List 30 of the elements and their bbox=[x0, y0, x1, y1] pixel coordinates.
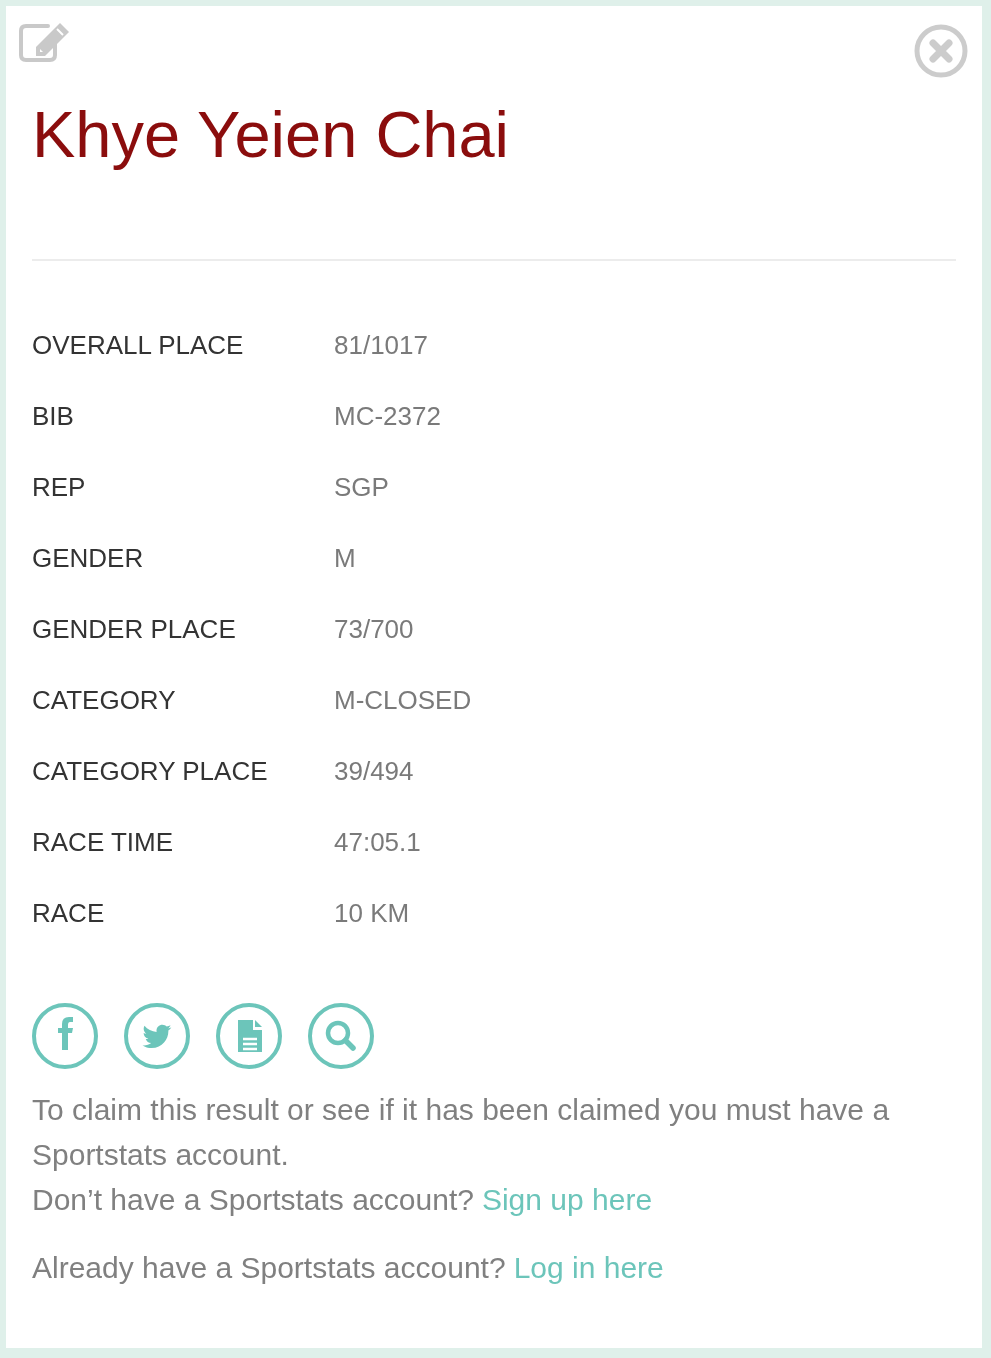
signup-prompt: Don’t have a Sportstats account? bbox=[32, 1182, 474, 1218]
search-icon[interactable] bbox=[308, 1003, 374, 1069]
close-icon[interactable] bbox=[914, 24, 968, 78]
detail-label: RACE TIME bbox=[32, 827, 174, 858]
detail-label: OVERALL PLACE bbox=[32, 330, 244, 361]
detail-label: RACE bbox=[32, 898, 105, 929]
detail-label: CATEGORY PLACE bbox=[32, 756, 268, 787]
detail-label: GENDER bbox=[32, 543, 144, 574]
detail-value: 10 KM bbox=[334, 898, 410, 929]
facebook-icon[interactable] bbox=[32, 1003, 98, 1069]
detail-value: 47:05.1 bbox=[334, 827, 421, 858]
detail-label: GENDER PLACE bbox=[32, 614, 236, 645]
detail-label: BIB bbox=[32, 401, 74, 432]
login-prompt: Already have a Sportstats account? bbox=[32, 1250, 506, 1286]
detail-value: MC-2372 bbox=[334, 401, 441, 432]
detail-value: M-CLOSED bbox=[334, 685, 472, 716]
bird-icon[interactable] bbox=[124, 1003, 190, 1069]
login-link[interactable]: Log in here bbox=[513, 1245, 664, 1290]
detail-value: 39/494 bbox=[334, 756, 414, 787]
detail-value: 73/700 bbox=[334, 614, 414, 645]
document-icon[interactable] bbox=[216, 1003, 282, 1069]
edit-icon[interactable] bbox=[18, 20, 72, 62]
detail-value: SGP bbox=[334, 472, 389, 503]
signup-link[interactable]: Sign up here bbox=[481, 1177, 653, 1222]
detail-label: CATEGORY bbox=[32, 685, 176, 716]
claim-notice-text: To claim this result or see if it has been claimed you must have a Sportstats account. bbox=[32, 1092, 891, 1173]
detail-value: 81/1017 bbox=[334, 330, 428, 361]
athlete-name: Khye Yeien Chai bbox=[32, 97, 510, 173]
detail-value: M bbox=[334, 543, 356, 574]
detail-label: REP bbox=[32, 472, 86, 503]
